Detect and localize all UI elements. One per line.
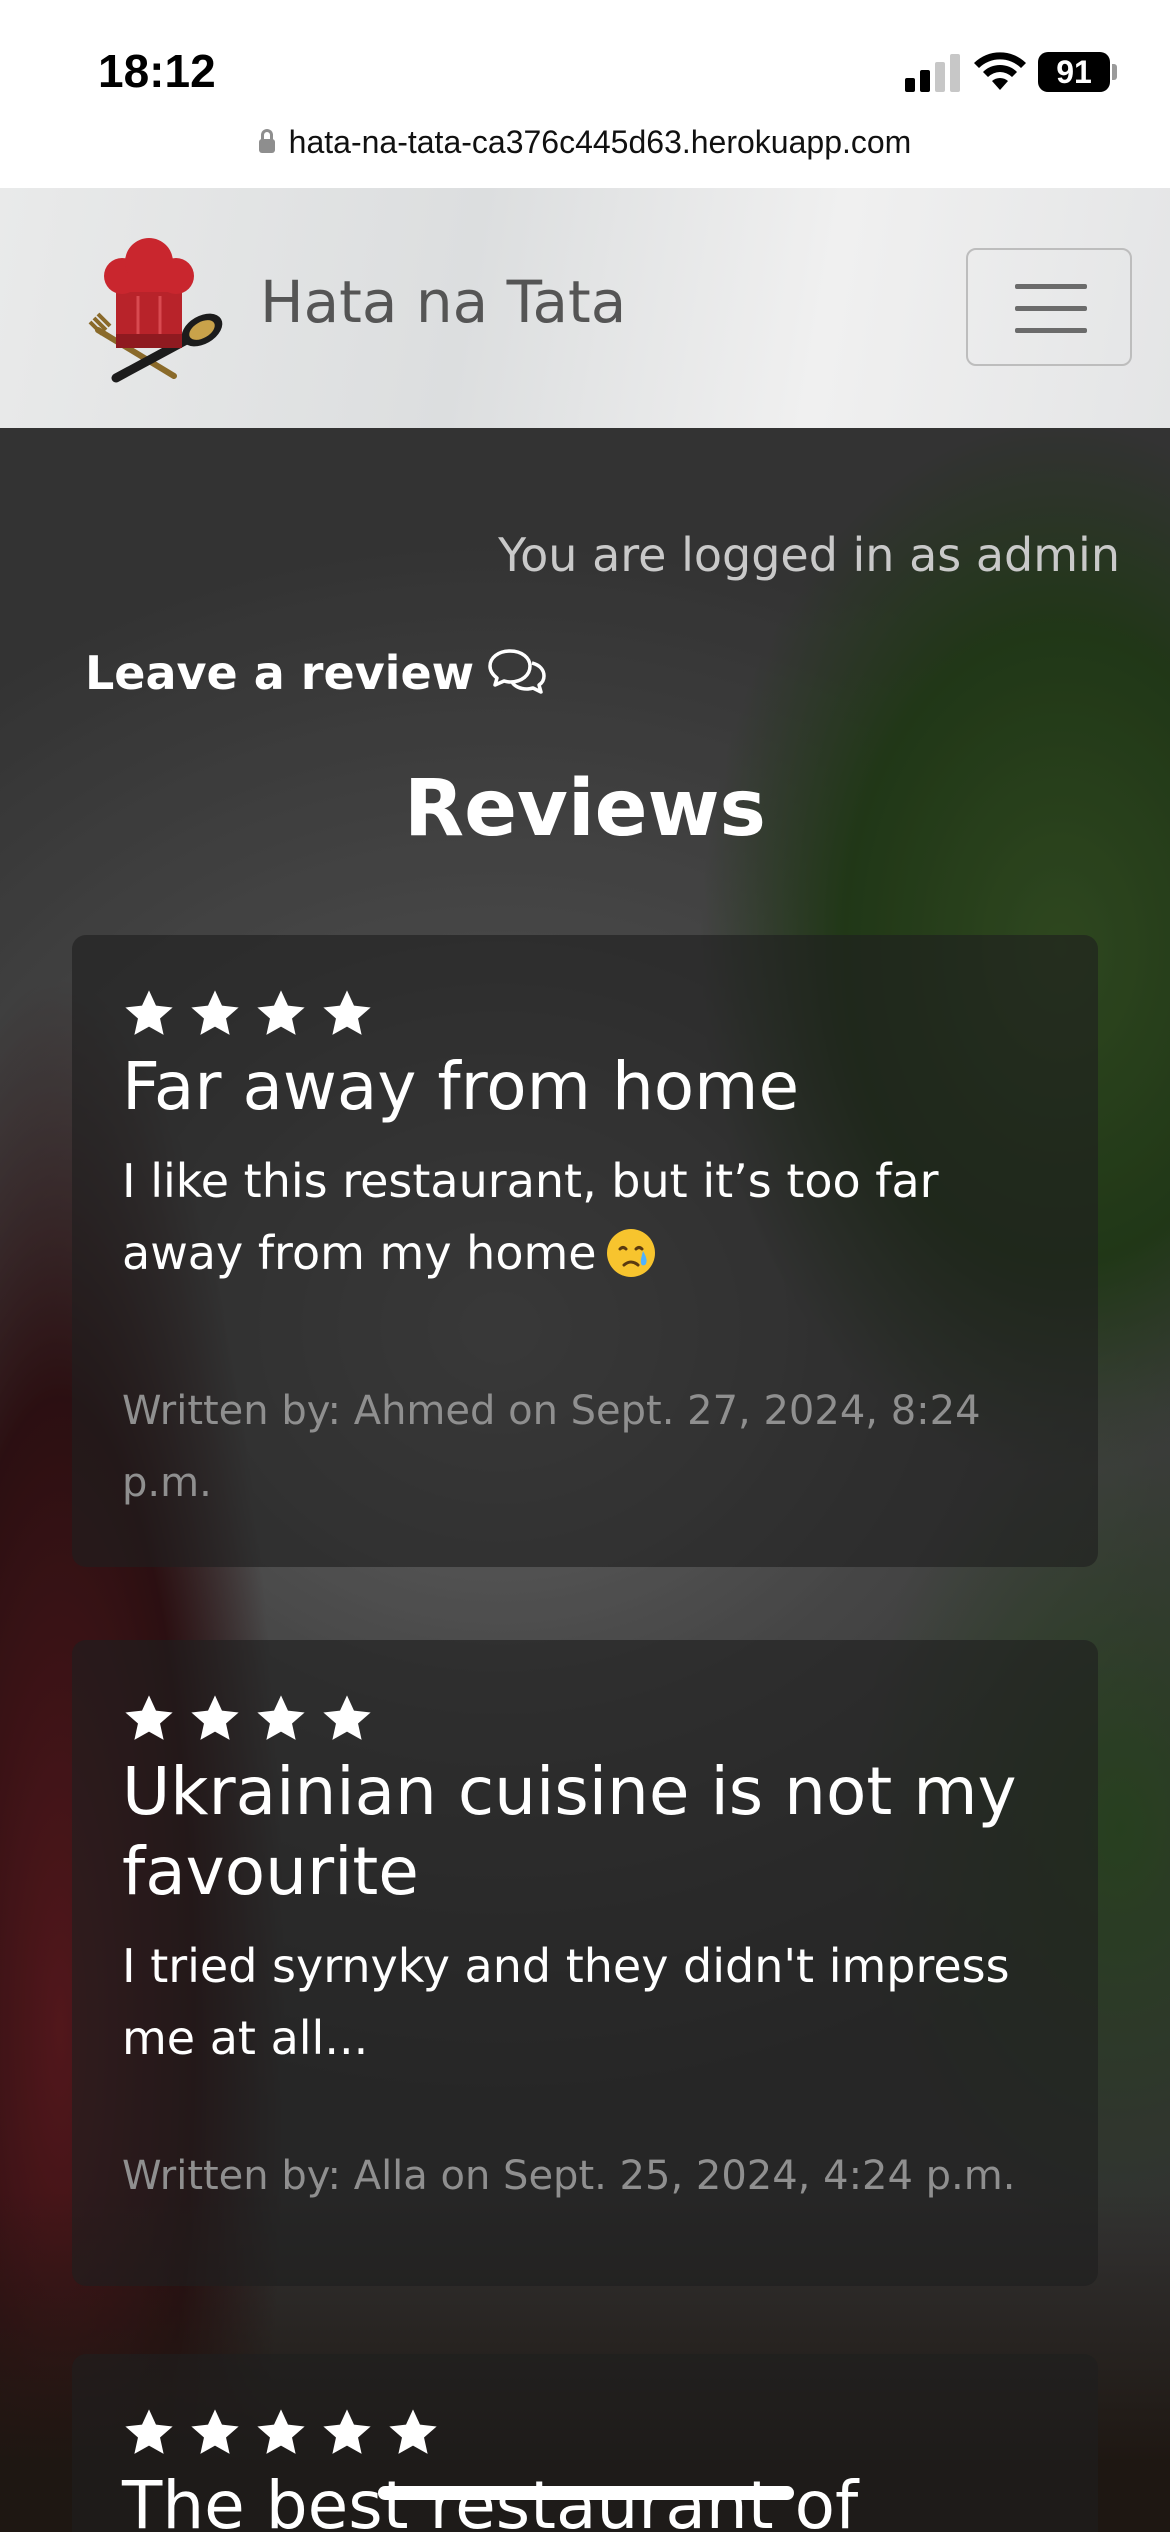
review-card: The best restaurant of [72, 2354, 1098, 2532]
leave-review-link[interactable]: Leave a review [85, 646, 548, 700]
lock-icon [258, 129, 275, 155]
star-icon [323, 990, 371, 1035]
chat-bubbles-icon [488, 649, 546, 694]
navbar: Hata na Tata [0, 188, 1170, 428]
review-meta: Written by: Ahmed on Sept. 27, 2024, 8:2… [122, 1388, 981, 1506]
star-icon [125, 990, 173, 1035]
brand-name[interactable]: Hata na Tata [260, 268, 626, 336]
status-bar: 18:12 91 hata-na-tata-ca376c445d63.herok… [0, 0, 1170, 188]
chef-hat-logo[interactable] [86, 226, 224, 386]
star-icon [125, 1695, 173, 1740]
star-rating [122, 987, 386, 1041]
star-icon [323, 2409, 371, 2454]
star-icon [323, 1695, 371, 1740]
star-icon [257, 990, 305, 1035]
reviews-title: Reviews [404, 764, 766, 854]
star-icon [191, 2409, 239, 2454]
battery-icon: 91 [1038, 52, 1110, 92]
url-text: hata-na-tata-ca376c445d63.herokuapp.com [288, 124, 912, 160]
star-icon [191, 990, 239, 1035]
review-card: Ukrainian cuisine is not my favourite I … [72, 1640, 1098, 2286]
address-bar[interactable]: hata-na-tata-ca376c445d63.herokuapp.com [0, 124, 1170, 161]
star-icon [257, 1695, 305, 1740]
status-time: 18:12 [98, 45, 216, 97]
hero-background: You are logged in as admin Leave a revie… [0, 428, 1170, 2532]
logged-in-status: You are logged in as admin [498, 528, 1120, 582]
leave-review-label: Leave a review [85, 646, 475, 700]
star-rating [122, 2406, 452, 2460]
star-rating [122, 1692, 386, 1746]
cellular-signal-icon [905, 54, 961, 92]
home-indicator[interactable] [378, 2486, 794, 2500]
review-title: Ukrainian cuisine is not my favourite [122, 1753, 1017, 1910]
menu-toggle-button[interactable] [966, 248, 1132, 366]
star-icon [389, 2409, 437, 2454]
battery-nub [1112, 64, 1117, 80]
review-title: Far away from home [122, 1048, 800, 1125]
crying-face-emoji-icon [606, 1229, 655, 1277]
review-card: Far away from home I like this restauran… [72, 935, 1098, 1567]
review-body: I like this restaurant, but it’s too far… [122, 1154, 939, 1280]
review-body: I tried syrnyky and they didn't impress … [122, 1939, 1010, 2065]
star-icon [125, 2409, 173, 2454]
review-meta: Written by: Alla on Sept. 25, 2024, 4:24… [122, 2153, 1016, 2199]
wifi-icon [974, 52, 1026, 90]
star-icon [191, 1695, 239, 1740]
star-icon [257, 2409, 305, 2454]
